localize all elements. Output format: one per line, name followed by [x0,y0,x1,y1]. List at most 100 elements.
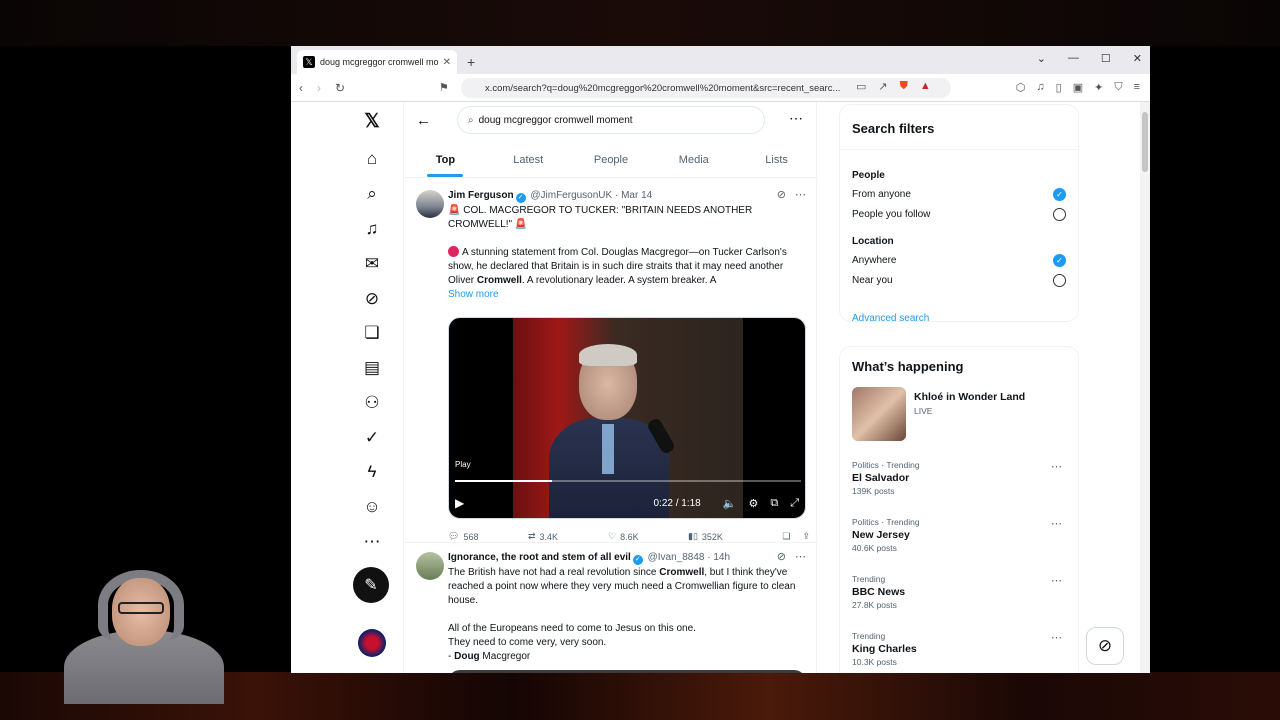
radio-anywhere[interactable]: ✓ [1053,254,1066,267]
reload-icon[interactable]: ↻ [335,81,345,95]
x-favicon-icon: 𝕏 [303,56,315,68]
tweet-date[interactable]: 14h [713,552,730,563]
maximize-icon[interactable]: ☐ [1101,52,1111,65]
wallet-icon[interactable]: ▣ [1073,81,1083,94]
tab-list-icon[interactable]: ⌄ [1037,52,1046,65]
verified-orgs-icon[interactable]: ϟ [361,461,383,483]
avatar[interactable] [416,552,444,580]
search-more-icon[interactable]: ⋯ [789,110,804,127]
featured-event-title[interactable]: Khloé in Wonder Land [914,391,1025,403]
cast-icon[interactable]: ▭ [856,80,866,93]
x-logo-icon[interactable]: 𝕏 [361,110,383,132]
grok-explain-icon[interactable]: ⊘ [777,550,786,563]
radio-near-you[interactable] [1053,274,1066,287]
featured-event-image[interactable] [852,387,906,441]
vpn-icon[interactable]: ⛉ [1114,81,1122,94]
search-results-column: ← ⌕ doug mcgreggor cromwell moment ⋯ Top… [403,102,818,673]
share-tweet-icon[interactable]: ⇪ [802,531,810,542]
grok-explain-icon[interactable]: ⊘ [777,188,786,201]
views-button[interactable]: ▮▯ 352K [688,531,768,542]
author-name[interactable]: Ignorance, the root and stem of all evil [448,552,631,563]
home-icon[interactable]: ⌂ [361,148,383,170]
back-arrow-icon[interactable]: ← [416,112,431,129]
trend-more-icon[interactable]: ⋯ [1051,631,1062,644]
bookmarks-icon[interactable]: ❏ [361,322,383,344]
tweet-more-icon[interactable]: ⋯ [795,188,806,201]
scrollbar-thumb[interactable] [1142,112,1148,172]
like-button[interactable]: ♡ 8.6K [608,531,688,542]
trend-item[interactable]: Trending King Charles 10.3K posts ⋯ [852,631,1066,667]
settings-icon[interactable]: ⚙ [748,497,758,510]
back-icon[interactable]: ‹ [299,81,303,95]
fullscreen-icon[interactable]: ⤢ [790,497,799,510]
filter-anywhere[interactable]: Anywhere [852,255,1066,266]
messages-icon[interactable]: ✉ [361,253,383,275]
jobs-icon[interactable]: ▤ [361,357,383,379]
close-window-icon[interactable]: ✕ [1133,52,1142,65]
tab-people[interactable]: People [570,142,653,177]
author-name[interactable]: Jim Ferguson [448,190,514,201]
post-button[interactable]: ✎ [353,567,389,603]
browser-tab[interactable]: 𝕏 doug mcgreggor cromwell mom ✕ [297,50,457,74]
avatar[interactable] [416,190,444,218]
picture-in-picture-icon[interactable]: ⧉ [770,497,778,510]
brave-shield-icon[interactable]: ⛊ [900,80,908,93]
tweet-ivan[interactable]: Ignorance, the root and stem of all evil… [404,550,818,673]
tab-top[interactable]: Top [404,142,487,177]
bookmark-page-icon[interactable]: ⚑ [439,81,449,94]
sidebar-icon[interactable]: ▯ [1056,81,1062,94]
video-progress-bar[interactable] [455,480,801,482]
media-preview[interactable] [448,670,806,673]
menu-icon[interactable]: ≡ [1134,81,1140,94]
author-handle[interactable]: @Ivan_8848 [648,552,705,563]
forward-icon[interactable]: › [317,81,321,95]
filter-people-you-follow[interactable]: People you follow [852,209,1066,220]
video-player[interactable]: Play ▶ 0:22 / 1:18 🔈 ⚙ ⧉ ⤢ [448,317,806,519]
radio-people-you-follow[interactable] [1053,208,1066,221]
filter-near-you[interactable]: Near you [852,275,1066,286]
text-line: They need to come very, very soon. [448,637,607,648]
author-handle[interactable]: @JimFergusonUK [530,190,612,201]
profile-icon[interactable]: ☺ [361,496,383,518]
volume-icon[interactable]: 🔈 [723,497,737,510]
search-input[interactable]: ⌕ doug mcgreggor cromwell moment [457,106,765,134]
tweet-more-icon[interactable]: ⋯ [795,550,806,563]
trend-item[interactable]: Trending BBC News 27.8K posts ⋯ [852,574,1066,610]
grok-floating-button[interactable]: ⊘ [1086,627,1124,665]
trend-title: King Charles [852,643,917,655]
trend-more-icon[interactable]: ⋯ [1051,517,1062,530]
close-tab-icon[interactable]: ✕ [443,57,451,68]
bookmark-icon[interactable]: ❏ [782,531,790,542]
radio-from-anyone[interactable]: ✓ [1053,188,1066,201]
share-icon[interactable]: ↗ [878,80,887,93]
tab-lists[interactable]: Lists [735,142,818,177]
browser-toolbar: ‹ › ↻ ⚑ x.com/search?q=doug%20mcgreggor%… [291,74,1150,102]
advanced-search-link[interactable]: Advanced search [852,313,929,324]
explore-search-icon[interactable]: ⌕ [361,183,383,205]
leo-icon[interactable]: ✦ [1094,81,1103,94]
communities-icon[interactable]: ⚇ [361,392,383,414]
page-scrollbar[interactable] [1140,102,1150,673]
repost-button[interactable]: ⇄ 3.4K [528,531,608,542]
grok-icon[interactable]: ⊘ [361,288,383,310]
extension-icon[interactable]: ⬡ [1016,81,1026,94]
more-icon[interactable]: ⋯ [361,531,383,553]
reply-button[interactable]: 💬︎ 568 [448,531,528,542]
tab-media[interactable]: Media [652,142,735,177]
tweet-date[interactable]: Mar 14 [621,190,652,201]
trend-category: Politics · Trending [852,460,920,470]
show-more-link[interactable]: Show more [448,289,499,300]
trend-more-icon[interactable]: ⋯ [1051,460,1062,473]
minimize-icon[interactable]: — [1068,52,1079,65]
new-tab-icon[interactable]: + [467,54,475,70]
tab-latest[interactable]: Latest [487,142,570,177]
premium-icon[interactable]: ✓ [361,427,383,449]
media-icon[interactable]: ♫ [1036,81,1044,94]
trend-more-icon[interactable]: ⋯ [1051,574,1062,587]
trend-item[interactable]: Politics · Trending New Jersey 40.6K pos… [852,517,1066,553]
filter-from-anyone[interactable]: From anyone [852,189,1066,200]
brave-rewards-icon[interactable]: ▲ [920,80,931,93]
account-avatar[interactable] [358,629,386,657]
notifications-icon[interactable]: ♫ [361,218,383,240]
trend-item[interactable]: Politics · Trending El Salvador 139K pos… [852,460,1066,496]
